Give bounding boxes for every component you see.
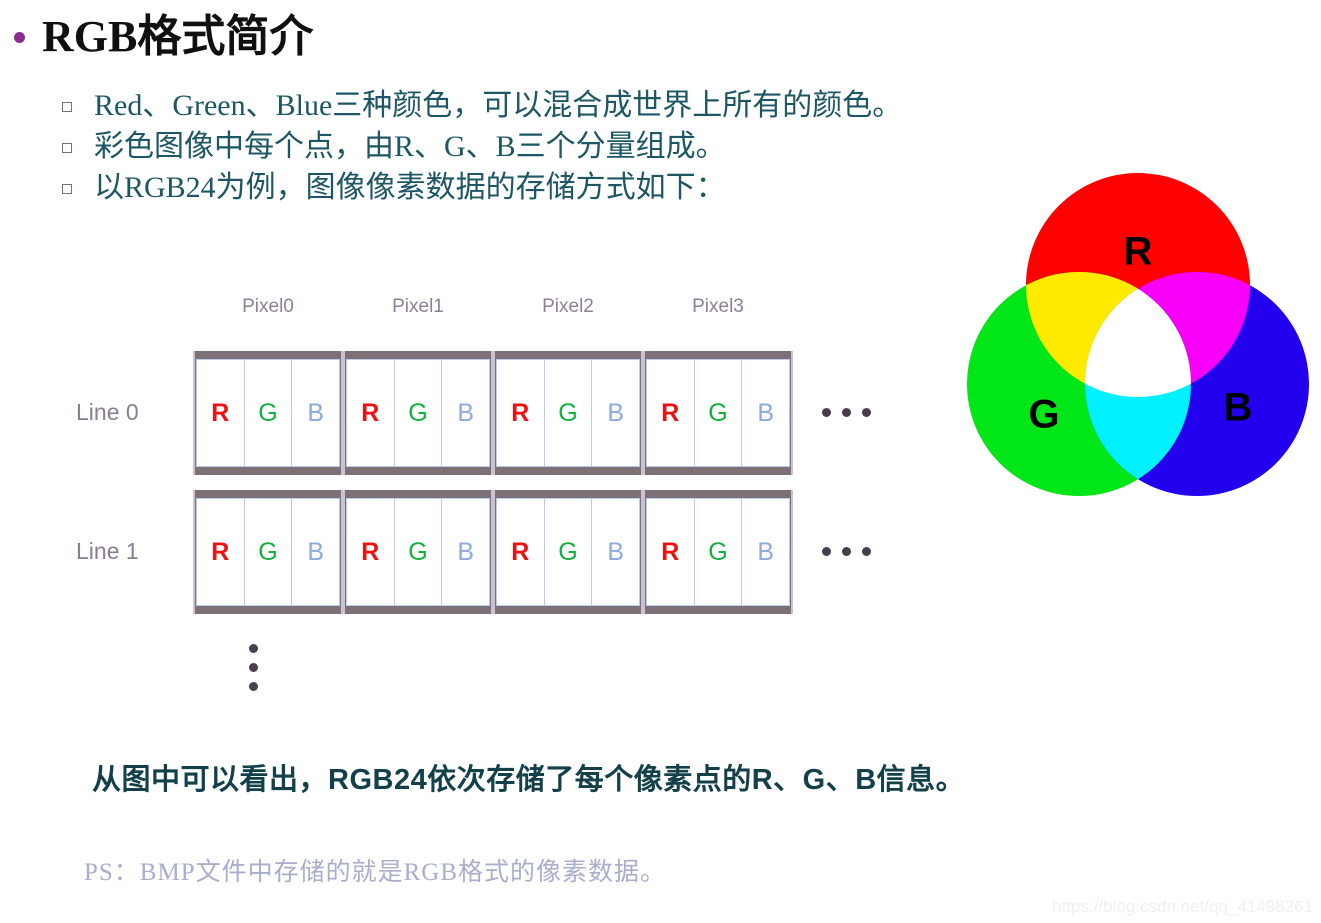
sub-bullet-label: 以RGB24为例，图像像素数据的存储方式如下： [94,171,726,204]
pixel-group: R G B [643,351,793,475]
pixel-group: R G B [493,351,643,475]
ps-note-text: PS：BMP文件中存储的就是RGB格式的像素数据。 [84,859,667,886]
channel-cell-b: B [742,359,791,467]
pixel-row-line-0: R G B R G B R G B R G B [193,351,793,475]
slide-canvas: RGB格式简介 Red、Green、Blue三种颜色，可以混合成世界上所有的颜色… [0,0,1321,923]
pixel-column-label: Pixel1 [392,296,444,317]
channel-cell-g: G [544,359,593,467]
pixel-group: R G B [343,490,493,614]
channel-cell-g: G [694,359,743,467]
sub-bullet-label: Red、Green、Blue三种颜色，可以混合成世界上所有的颜色。 [94,89,903,122]
channel-cell-g: G [694,498,743,606]
channel-cell-r: R [346,498,395,606]
bullet-square-icon [62,143,72,153]
pixel-label-row: Pixel0 Pixel1 Pixel2 Pixel3 [193,296,793,326]
row-continuation-ellipsis-icon [822,547,871,556]
rgb-venn-diagram: R G B [966,172,1311,497]
venn-label-blue: B [1224,386,1253,430]
watermark-url: https://blog.csdn.net/qq_41498261 [1052,897,1313,916]
pixel-group: R G B [193,351,343,475]
channel-cell-b: B [442,359,491,467]
channel-cell-r: R [646,498,695,606]
page-title: RGB格式简介 [42,12,314,61]
slide-title-row: RGB格式简介 [14,12,314,61]
channel-cell-b: B [592,359,641,467]
bullet-circle-icon [14,31,25,43]
pixel-row-line-1: R G B R G B R G B R G B [193,490,793,614]
bullet-square-icon [62,184,72,194]
summary-text: 从图中可以看出，RGB24依次存储了每个像素点的R、G、B信息。 [92,764,966,796]
sub-bullet-label: 彩色图像中每个点，由R、G、B三个分量组成。 [94,130,726,163]
channel-cell-r: R [646,359,695,467]
pixel-group: R G B [493,490,643,614]
channel-cell-r: R [496,498,545,606]
row-continuation-ellipsis-icon [822,408,871,417]
row-label-line-1: Line 1 [76,538,139,564]
channel-cell-r: R [196,359,245,467]
list-item: Red、Green、Blue三种颜色，可以混合成世界上所有的颜色。 [62,88,1242,129]
row-label-line-0: Line 0 [76,399,139,425]
channel-cell-b: B [592,498,641,606]
venn-label-red: R [1124,230,1153,274]
channel-cell-b: B [292,359,341,467]
channel-cell-g: G [244,359,293,467]
channel-cell-b: B [742,498,791,606]
channel-cell-g: G [544,498,593,606]
pixel-group: R G B [193,490,343,614]
bullet-square-icon [62,102,72,112]
channel-cell-r: R [346,359,395,467]
channel-cell-b: B [442,498,491,606]
channel-cell-g: G [394,498,443,606]
channel-cell-g: G [394,359,443,467]
channel-cell-b: B [292,498,341,606]
pixel-group: R G B [343,351,493,475]
pixel-column-label: Pixel0 [242,296,294,317]
pixel-column-label: Pixel3 [692,296,744,317]
venn-label-green: G [1028,393,1059,437]
channel-cell-r: R [196,498,245,606]
channel-cell-r: R [496,359,545,467]
rgb24-storage-diagram: Pixel0 Pixel1 Pixel2 Pixel3 Line 0 R G B… [0,296,900,706]
pixel-column-label: Pixel2 [542,296,594,317]
column-continuation-ellipsis-icon [249,644,258,691]
channel-cell-g: G [244,498,293,606]
list-item: 彩色图像中每个点，由R、G、B三个分量组成。 [62,129,1242,170]
pixel-group: R G B [643,490,793,614]
